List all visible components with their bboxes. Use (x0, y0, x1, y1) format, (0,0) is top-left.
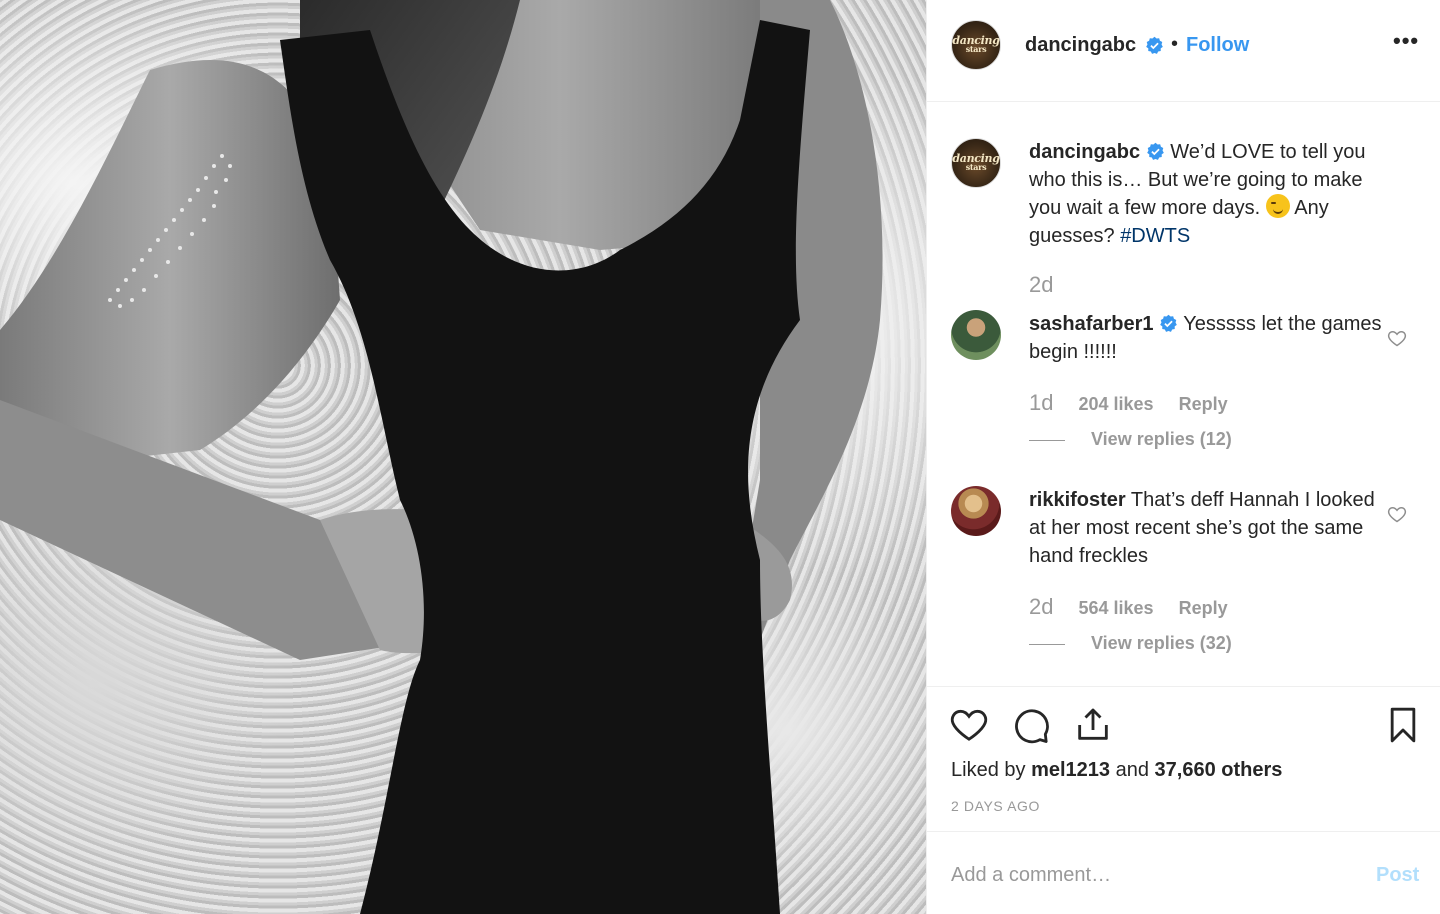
comment-likes[interactable]: 564 likes (1079, 598, 1154, 618)
add-comment-form: Post (927, 832, 1440, 914)
verified-badge-icon (1146, 142, 1164, 160)
commenter-avatar[interactable] (951, 486, 1001, 536)
comment-meta: 2d 564 likes Reply (1029, 594, 1228, 620)
verified-badge-icon (1146, 36, 1163, 54)
comment-text-block: rikkifoster That’s deff Hannah I looked … (1029, 486, 1389, 570)
comment-meta: 1d 204 likes Reply (1029, 390, 1228, 416)
header-username[interactable]: dancingabc (1025, 34, 1136, 57)
liked-by-prefix: Liked by (951, 759, 1026, 781)
view-replies-button[interactable]: View replies (12) (1029, 429, 1232, 450)
caption-username[interactable]: dancingabc (1029, 141, 1140, 163)
reply-button[interactable]: Reply (1179, 598, 1228, 618)
comment-text-block: sashafarber1 Yesssss let the games begin… (1029, 310, 1389, 366)
follow-button[interactable]: Follow (1186, 34, 1249, 57)
caption-time[interactable]: 2d (1029, 272, 1053, 297)
caption-meta: 2d (1029, 272, 1053, 298)
liked-by-and: and (1115, 759, 1149, 781)
comment-bubble-icon[interactable] (1011, 705, 1051, 745)
comment-likes[interactable]: 204 likes (1079, 394, 1154, 414)
comment-time[interactable]: 1d (1029, 390, 1053, 415)
liked-by-line: Liked by mel1213 and 37,660 others (951, 759, 1282, 782)
caption-text-block: dancingabc We’d LOVE to tell you who thi… (1029, 138, 1389, 250)
replies-divider-line (1029, 439, 1065, 441)
commenter-avatar[interactable] (951, 310, 1001, 360)
like-comment-heart-icon[interactable] (1387, 328, 1407, 348)
post-side-panel: dancing stars dancingabc • Follow ••• dan… (926, 0, 1440, 914)
view-replies-button[interactable]: View replies (32) (1029, 633, 1232, 654)
view-replies-label: View replies (12) (1091, 429, 1232, 449)
liked-by-others[interactable]: 37,660 others (1155, 759, 1283, 781)
save-bookmark-icon[interactable] (1383, 705, 1423, 745)
separator-dot: • (1171, 33, 1179, 55)
comment-time[interactable]: 2d (1029, 594, 1053, 619)
profile-avatar[interactable]: dancing stars (951, 20, 1001, 70)
view-replies-label: View replies (32) (1091, 633, 1232, 653)
hashtag-link[interactable]: #DWTS (1120, 225, 1190, 247)
comment-username[interactable]: sashafarber1 (1029, 313, 1154, 335)
post-date[interactable]: 2 DAYS AGO (951, 798, 1040, 814)
post-actions: Liked by mel1213 and 37,660 others 2 DAY… (927, 686, 1440, 832)
comment-username[interactable]: rikkifoster (1029, 489, 1126, 511)
like-comment-heart-icon[interactable] (1387, 504, 1407, 524)
liked-by-user[interactable]: mel1213 (1031, 759, 1110, 781)
caption-avatar[interactable]: dancing stars (951, 138, 1001, 188)
post-header: dancing stars dancingabc • Follow ••• (927, 0, 1440, 102)
post-photo[interactable] (0, 0, 926, 914)
like-heart-icon[interactable] (949, 705, 989, 745)
replies-divider-line (1029, 643, 1065, 645)
comments-list: dancing stars dancingabc We’d LOVE to tel… (927, 102, 1440, 686)
share-upload-icon[interactable] (1073, 705, 1113, 745)
post-comment-button[interactable]: Post (1376, 864, 1419, 887)
reply-button[interactable]: Reply (1179, 394, 1228, 414)
more-options-icon[interactable]: ••• (1393, 28, 1419, 54)
smirk-emoji-icon (1265, 194, 1290, 218)
verified-badge-icon (1160, 314, 1177, 332)
add-comment-input[interactable] (951, 860, 1351, 890)
woman-in-black-dress-image (0, 0, 883, 914)
